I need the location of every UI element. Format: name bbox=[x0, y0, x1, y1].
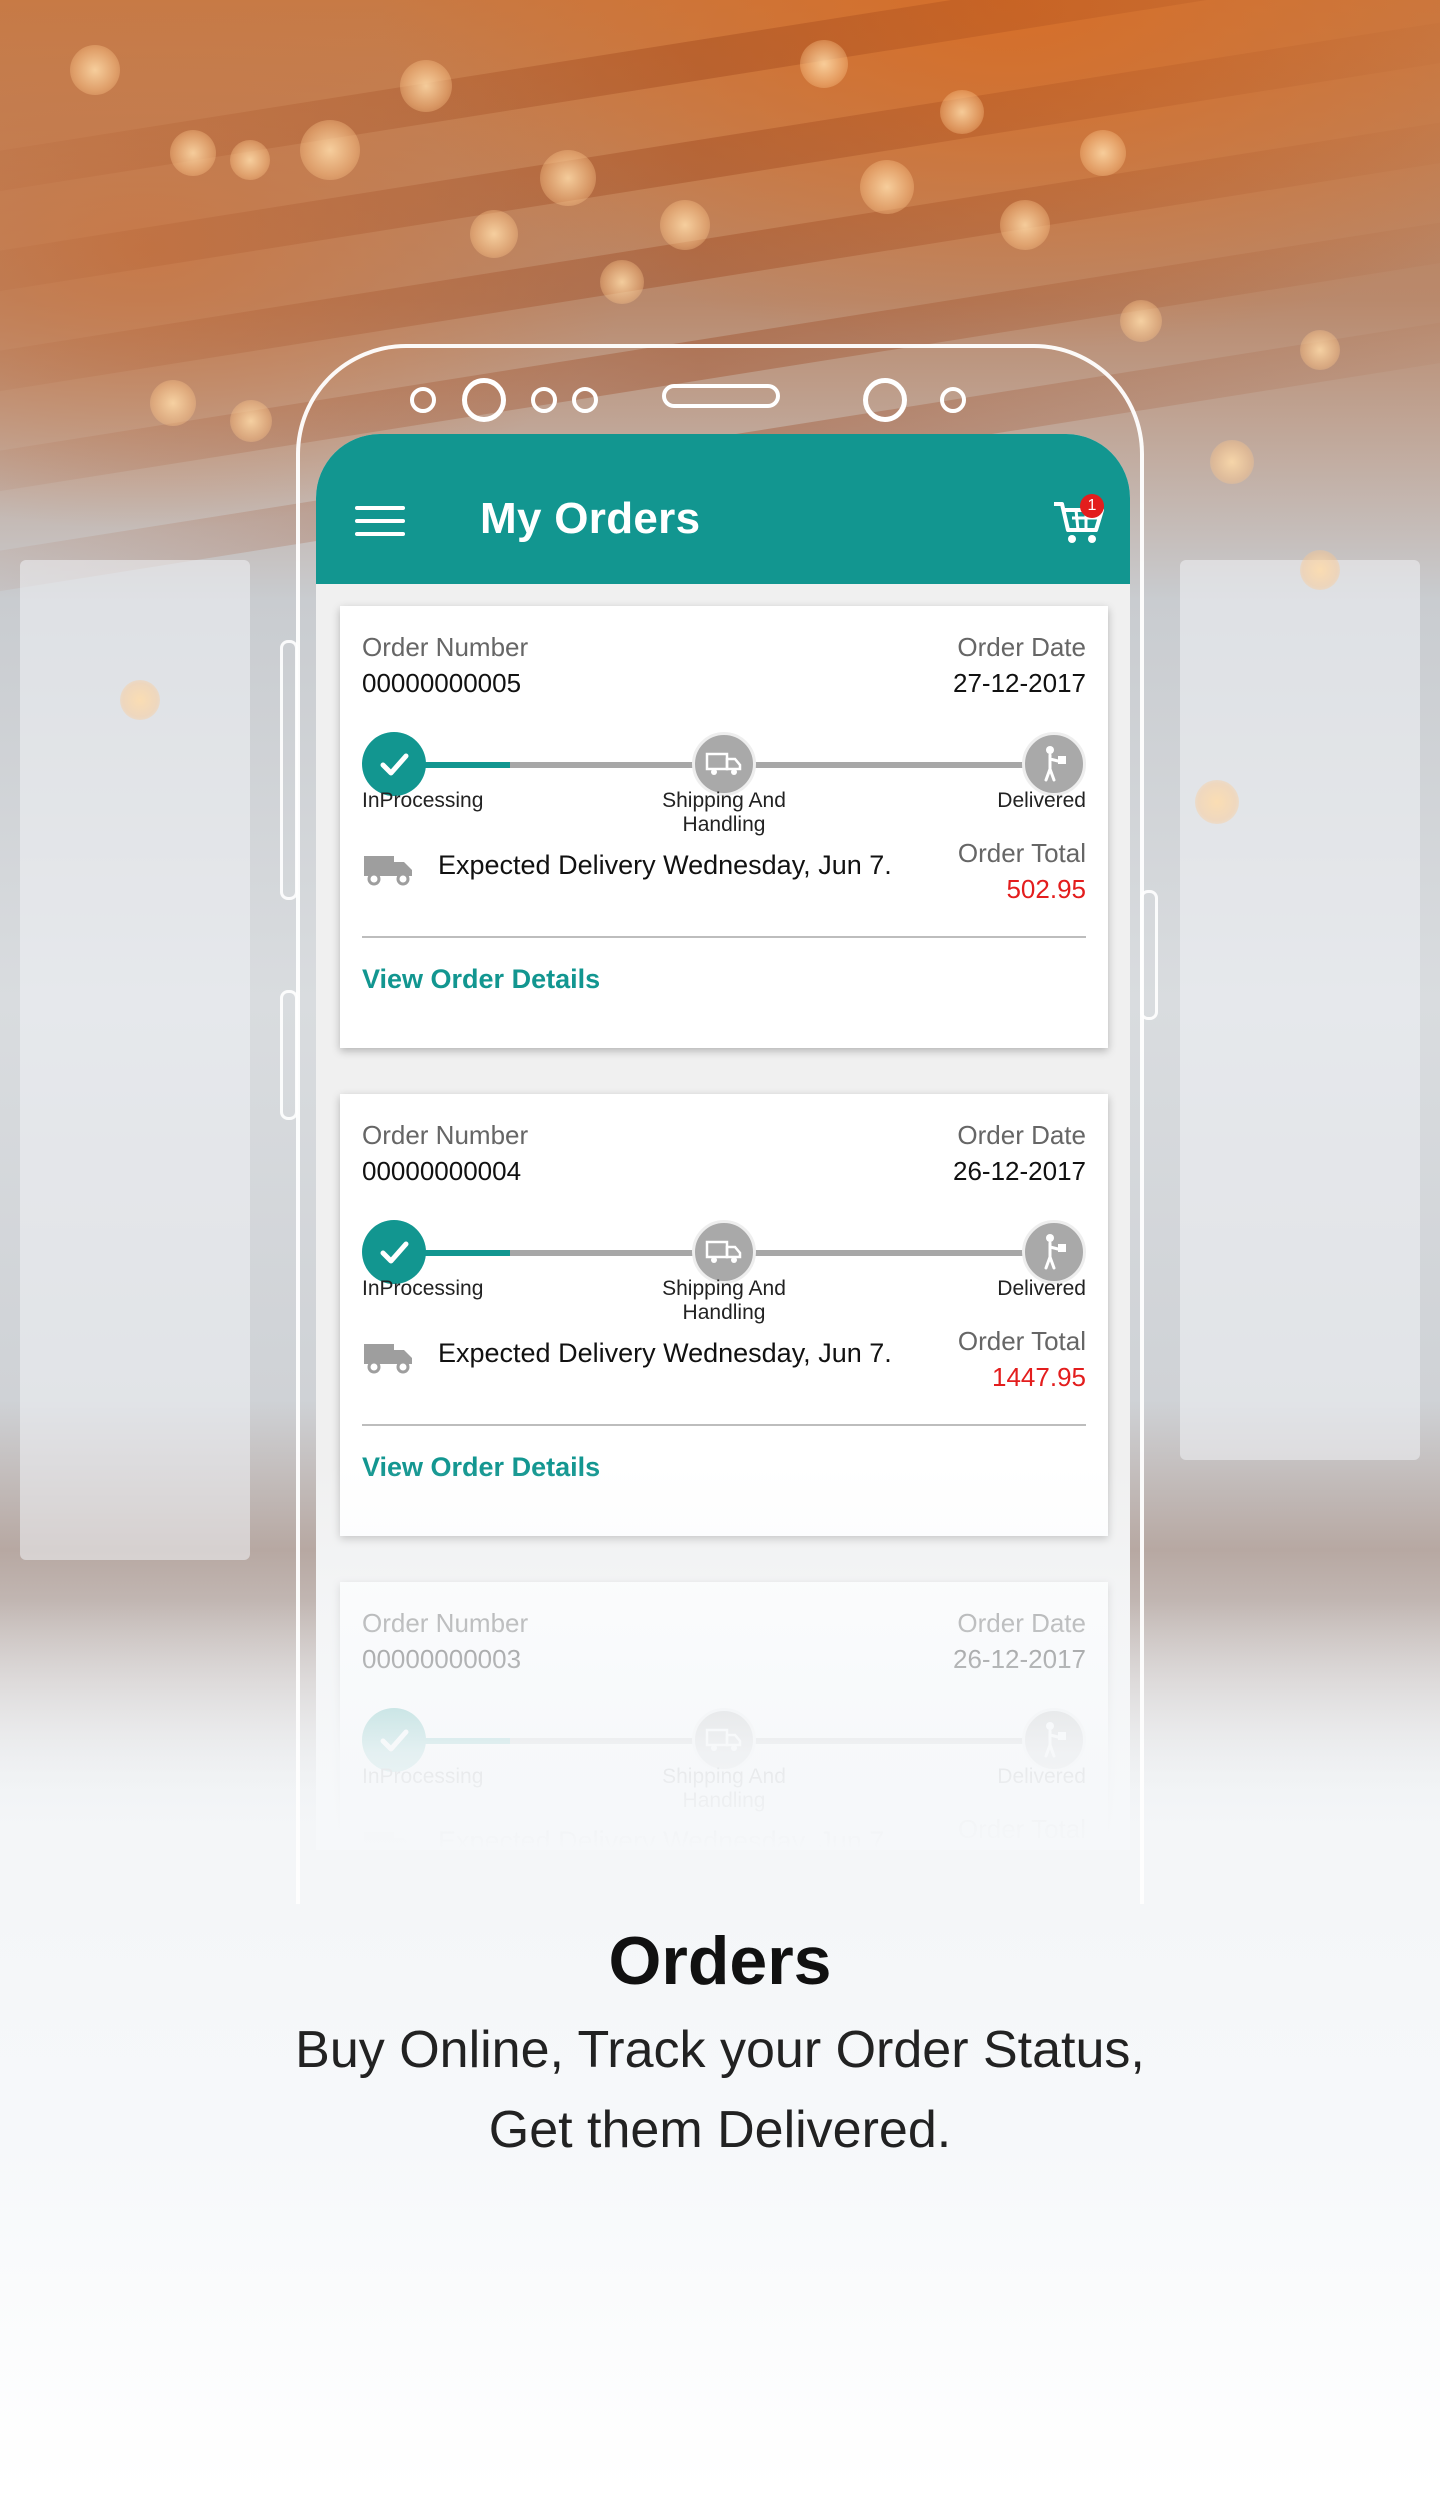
phone-sensor bbox=[531, 387, 557, 413]
step-label-shipping: Shipping And Handling bbox=[662, 789, 786, 836]
phone-side-button bbox=[280, 640, 298, 900]
phone-sensor bbox=[572, 387, 598, 413]
step-label-inprocessing: InProcessing bbox=[362, 789, 484, 812]
order-date-value: 27-12-2017 bbox=[953, 668, 1086, 698]
bokeh-light bbox=[1300, 330, 1340, 370]
check-icon bbox=[362, 732, 426, 796]
order-date-value: 26-12-2017 bbox=[953, 1156, 1086, 1186]
phone-side-button bbox=[1140, 890, 1158, 1020]
shipping-truck-icon bbox=[692, 1220, 756, 1284]
expected-delivery-text: Expected Delivery Wednesday, Jun 7. bbox=[438, 850, 892, 880]
bokeh-light bbox=[1120, 300, 1162, 342]
view-order-details-link[interactable]: View Order Details bbox=[362, 964, 600, 995]
bokeh-light bbox=[230, 400, 272, 442]
delivery-person-icon bbox=[1022, 732, 1086, 796]
page-title: My Orders bbox=[480, 494, 701, 543]
expected-delivery-text: Expected Delivery Wednesday, Jun 7. bbox=[438, 1338, 892, 1368]
step-label-inprocessing: InProcessing bbox=[362, 1277, 484, 1300]
bokeh-light bbox=[600, 260, 644, 304]
bokeh-light bbox=[230, 140, 270, 180]
order-total-value: 1447.95 bbox=[992, 1362, 1086, 1392]
bokeh-light bbox=[120, 680, 160, 720]
card-divider bbox=[362, 936, 1086, 938]
phone-side-button bbox=[280, 990, 298, 1120]
order-card: Order Number 00000000005 Order Date 27-1… bbox=[340, 606, 1108, 1048]
bokeh-light bbox=[1000, 200, 1050, 250]
step-label-delivered: Delivered bbox=[997, 789, 1086, 812]
shipping-truck-icon bbox=[692, 732, 756, 796]
order-date-label: Order Date bbox=[957, 1120, 1086, 1150]
delivery-person-icon bbox=[1022, 1220, 1086, 1284]
phone-speaker bbox=[662, 384, 780, 408]
bokeh-light bbox=[940, 90, 984, 134]
truck-icon bbox=[364, 1344, 412, 1374]
bokeh-light bbox=[150, 380, 196, 426]
phone-camera bbox=[462, 378, 506, 422]
bokeh-light bbox=[660, 200, 710, 250]
bokeh-light bbox=[1300, 550, 1340, 590]
cart-badge: 1 bbox=[1080, 494, 1104, 518]
screen-fade bbox=[316, 1464, 1130, 1850]
bokeh-light bbox=[400, 60, 452, 112]
promo-headline: Orders bbox=[608, 1923, 832, 1999]
phone-sensor bbox=[940, 387, 966, 413]
check-icon bbox=[362, 1220, 426, 1284]
phone-camera bbox=[863, 378, 907, 422]
promo-line-1: Buy Online, Track your Order Status, bbox=[295, 2021, 1145, 2079]
bokeh-light bbox=[800, 40, 848, 88]
bokeh-light bbox=[860, 160, 914, 214]
phone-sensor bbox=[410, 387, 436, 413]
phone-screen: My Orders 1 Order Number 00000000005 Ord… bbox=[316, 434, 1130, 1850]
truck-icon bbox=[364, 856, 412, 886]
order-number-value: 00000000004 bbox=[362, 1156, 522, 1186]
bokeh-light bbox=[470, 210, 518, 258]
bokeh-light bbox=[1080, 130, 1126, 176]
menu-icon[interactable] bbox=[355, 506, 405, 536]
bokeh-light bbox=[170, 130, 216, 176]
order-number-label: Order Number bbox=[362, 632, 529, 662]
bokeh-light bbox=[300, 120, 360, 180]
bokeh-light bbox=[70, 45, 120, 95]
bokeh-light bbox=[1195, 780, 1239, 824]
bokeh-light bbox=[1210, 440, 1254, 484]
promo-line-2: Get them Delivered. bbox=[488, 2101, 952, 2159]
order-date-label: Order Date bbox=[957, 632, 1086, 662]
app-bar: My Orders 1 bbox=[316, 434, 1130, 584]
wall-panel bbox=[1180, 560, 1420, 1460]
order-number-label: Order Number bbox=[362, 1120, 529, 1150]
order-number-value: 00000000005 bbox=[362, 668, 522, 698]
bokeh-light bbox=[540, 150, 596, 206]
order-total-value: 502.95 bbox=[1006, 874, 1086, 904]
step-label-delivered: Delivered bbox=[997, 1277, 1086, 1300]
card-divider bbox=[362, 1424, 1086, 1426]
order-total-label: Order Total bbox=[957, 838, 1086, 868]
step-label-shipping: Shipping And Handling bbox=[662, 1277, 786, 1324]
order-total-label: Order Total bbox=[957, 1326, 1086, 1356]
